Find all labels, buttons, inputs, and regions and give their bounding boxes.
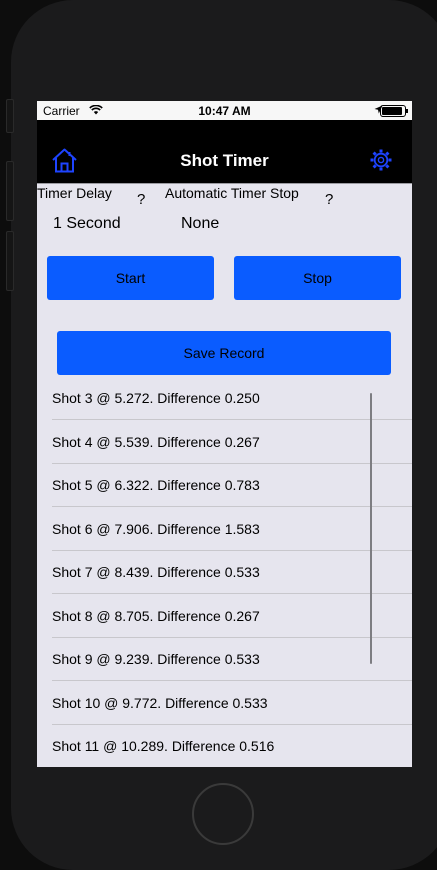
mute-switch <box>6 99 14 133</box>
shot-row-text: Shot 9 @ 9.239. Difference 0.533 <box>52 651 260 667</box>
battery-level <box>382 107 402 115</box>
shot-row[interactable]: Shot 4 @ 5.539. Difference 0.267 <box>52 421 412 464</box>
status-time: 10:47 AM <box>198 104 251 118</box>
volume-up-button <box>6 161 14 221</box>
stop-button[interactable]: Stop <box>234 256 401 300</box>
timer-delay-label: Timer Delay <box>37 185 112 201</box>
shot-list[interactable]: Shot 3 @ 5.272. Difference 0.250 Shot 4 @… <box>37 391 412 767</box>
app-screen: Carrier 10:47 AM Shot Timer Timer Delay … <box>37 101 412 767</box>
timer-delay-help-button[interactable]: ? <box>137 191 145 208</box>
shot-row-text: Shot 11 @ 10.289. Difference 0.516 <box>52 738 275 754</box>
shot-row[interactable]: Shot 10 @ 9.772. Difference 0.533 <box>52 682 412 725</box>
shot-row-text: Shot 3 @ 5.272. Difference 0.250 <box>52 391 260 406</box>
shot-row[interactable]: Shot 8 @ 8.705. Difference 0.267 <box>52 595 412 638</box>
home-button[interactable] <box>192 783 254 845</box>
battery-tip <box>406 109 408 113</box>
shot-row-text: Shot 5 @ 6.322. Difference 0.783 <box>52 477 260 493</box>
shot-row[interactable]: Shot 6 @ 7.906. Difference 1.583 <box>52 508 412 551</box>
shot-row[interactable]: Shot 9 @ 9.239. Difference 0.533 <box>52 638 412 681</box>
timer-delay-value[interactable]: 1 Second <box>53 215 121 233</box>
auto-stop-value[interactable]: None <box>181 215 219 233</box>
shot-row[interactable]: Shot 7 @ 8.439. Difference 0.533 <box>52 551 412 594</box>
shot-row[interactable]: Shot 5 @ 6.322. Difference 0.783 <box>52 464 412 507</box>
list-scrollbar[interactable] <box>370 393 372 664</box>
page-title: Shot Timer <box>180 151 269 170</box>
volume-down-button <box>6 231 14 291</box>
start-button[interactable]: Start <box>47 256 214 300</box>
battery-icon <box>380 105 408 117</box>
navigation-bar: Shot Timer <box>37 120 412 184</box>
auto-stop-label: Automatic Timer Stop <box>165 185 299 201</box>
shot-row-text: Shot 6 @ 7.906. Difference 1.583 <box>52 520 260 537</box>
nav-divider <box>37 183 412 184</box>
gear-icon[interactable] <box>370 149 392 171</box>
shot-row[interactable]: Shot 11 @ 10.289. Difference 0.516 <box>52 725 412 767</box>
shot-row-text: Shot 7 @ 8.439. Difference 0.533 <box>52 564 260 580</box>
status-bar: Carrier 10:47 AM <box>37 101 412 120</box>
auto-stop-help-button[interactable]: ? <box>325 191 333 208</box>
save-record-button[interactable]: Save Record <box>57 331 391 375</box>
shot-row[interactable]: Shot 3 @ 5.272. Difference 0.250 <box>52 391 412 420</box>
shot-row-text: Shot 4 @ 5.539. Difference 0.267 <box>52 433 260 450</box>
shot-row-text: Shot 10 @ 9.772. Difference 0.533 <box>52 694 268 711</box>
shot-row-text: Shot 8 @ 8.705. Difference 0.267 <box>52 607 260 624</box>
